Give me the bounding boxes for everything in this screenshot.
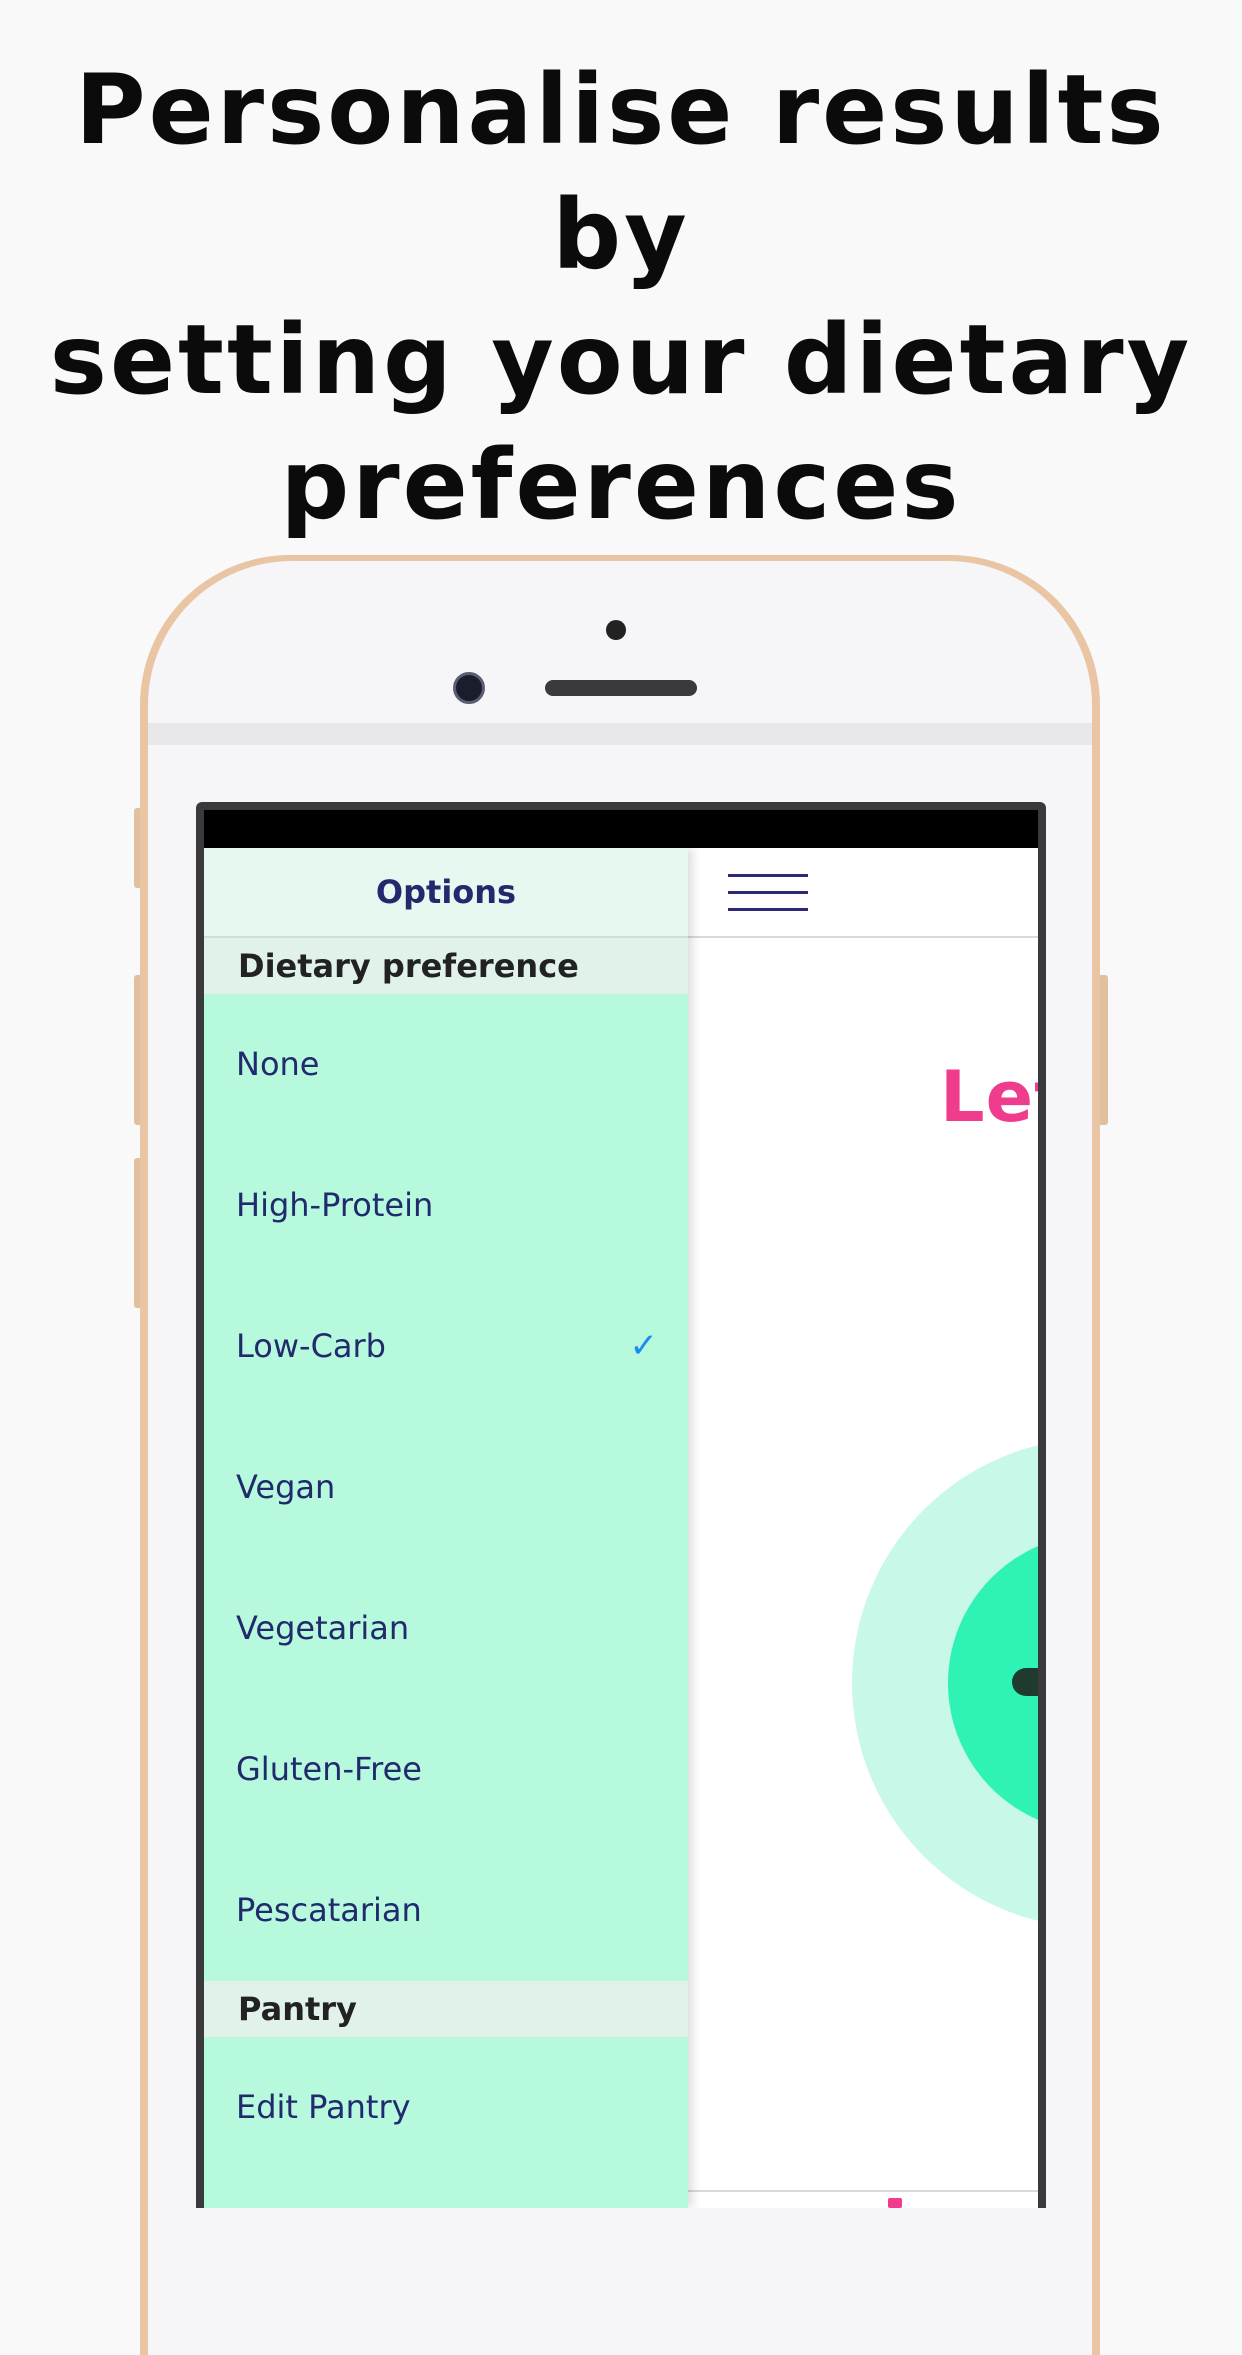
option-label: Vegetarian — [236, 1609, 410, 1647]
headline: Personalise results by setting your diet… — [49, 54, 1193, 541]
option-low-carb[interactable]: Low-Carb ✓ — [204, 1276, 688, 1417]
option-gluten-free[interactable]: Gluten-Free — [204, 1699, 688, 1840]
phone-screen: Let' Options Dietary preference None Hig… — [204, 810, 1038, 2208]
earpiece-speaker — [545, 680, 697, 696]
section-header-pantry: Pantry — [204, 1981, 688, 2037]
option-pescatarian[interactable]: Pescatarian — [204, 1840, 688, 1981]
option-edit-pantry[interactable]: Edit Pantry — [204, 2037, 688, 2178]
option-label: Pescatarian — [236, 1891, 422, 1929]
option-vegetarian[interactable]: Vegetarian — [204, 1558, 688, 1699]
checkmark-icon: ✓ — [629, 1326, 659, 1366]
option-label: Gluten-Free — [236, 1750, 422, 1788]
section-header-dietary: Dietary preference — [204, 938, 688, 994]
bottom-accent — [888, 2198, 902, 2208]
hamburger-menu-icon[interactable] — [728, 874, 808, 912]
proximity-sensor — [606, 620, 626, 640]
option-label: Vegan — [236, 1468, 336, 1506]
status-bar — [204, 810, 1038, 848]
greeting-text: Let' — [940, 1056, 1038, 1138]
front-camera — [453, 672, 485, 704]
option-label: High-Protein — [236, 1186, 434, 1224]
options-drawer: Options Dietary preference None High-Pro… — [204, 848, 688, 2208]
option-label: None — [236, 1045, 320, 1083]
option-label: Low-Carb — [236, 1327, 386, 1365]
option-label: Edit Pantry — [236, 2088, 411, 2126]
illustration-center — [1012, 1668, 1038, 1696]
option-none[interactable]: None — [204, 994, 688, 1135]
phone-band — [148, 723, 1092, 745]
option-high-protein[interactable]: High-Protein — [204, 1135, 688, 1276]
bottom-divider — [688, 2190, 1038, 2192]
drawer-title: Options — [204, 848, 688, 938]
option-vegan[interactable]: Vegan — [204, 1417, 688, 1558]
